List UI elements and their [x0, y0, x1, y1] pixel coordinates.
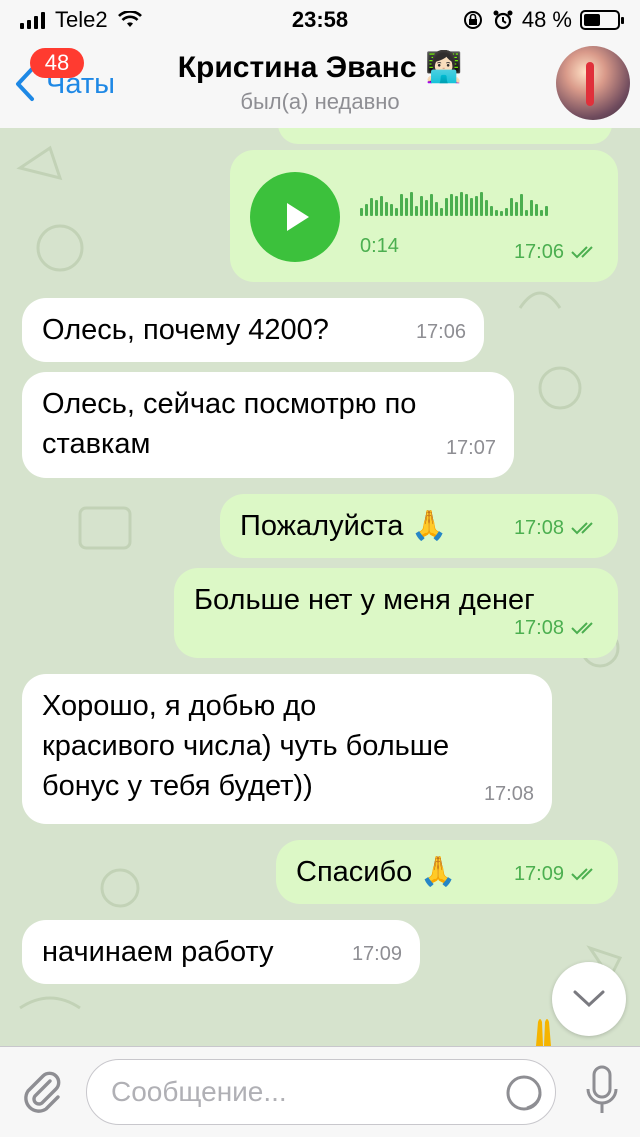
incoming-message[interactable]: Олесь, почему 4200? 17:06 [22, 298, 484, 362]
praying-hands-emoji-peek [536, 1019, 551, 1046]
message-list[interactable]: 0:14 17:06 Олесь, почему 4200? 17:06 Оле… [0, 128, 640, 1046]
double-check-icon [571, 246, 593, 259]
chat-title-area[interactable]: Кристина Эванс 👩🏻‍💻 был(а) недавно [150, 50, 490, 115]
wifi-icon [117, 11, 142, 27]
incoming-message[interactable]: Хорошо, я добью до красивого числа) чуть… [22, 674, 552, 824]
carrier-name: Tele2 [55, 7, 108, 32]
message-input[interactable]: Сообщение... [86, 1059, 556, 1125]
battery-icon [580, 10, 624, 30]
avatar[interactable] [556, 46, 630, 120]
message-time: 17:08 [514, 608, 600, 648]
message-time: 17:06 [415, 321, 466, 343]
incoming-message[interactable]: Олесь, сейчас посмотрю по ставкам 17:07 [22, 372, 514, 478]
paperclip-icon[interactable] [18, 1067, 66, 1115]
outgoing-message[interactable]: Спасибо 🙏 17:09 [276, 840, 618, 904]
outgoing-message[interactable]: Больше нет у меня денег 17:08 [174, 568, 618, 658]
message-time: 17:06 [514, 232, 600, 272]
chat-title: Кристина Эванс [177, 51, 417, 84]
double-check-icon [571, 622, 593, 635]
voice-message[interactable]: 0:14 17:06 [230, 150, 618, 282]
message-placeholder: Сообщение... [111, 1076, 287, 1107]
message-time: 17:08 [514, 508, 600, 548]
message-time: 17:09 [514, 854, 600, 894]
unread-badge: 48 [30, 48, 84, 78]
battery-percent: 48 % [521, 7, 572, 32]
microphone-icon[interactable] [584, 1065, 620, 1117]
double-check-icon [571, 868, 593, 881]
play-button[interactable] [250, 172, 340, 262]
double-check-icon [571, 522, 593, 535]
alarm-icon [493, 10, 513, 30]
chevron-down-icon [573, 990, 605, 1008]
signal-icon [20, 11, 45, 29]
input-bar: Сообщение... [0, 1046, 640, 1137]
message-time: 17:08 [483, 783, 534, 805]
outgoing-message[interactable]: Пожалуйста 🙏 17:08 [220, 494, 618, 558]
play-icon [287, 203, 309, 231]
clock: 23:58 [291, 7, 349, 32]
title-emoji: 👩🏻‍💻 [424, 51, 463, 84]
voice-duration: 0:14 [360, 235, 399, 257]
message-time: 17:09 [351, 943, 402, 965]
previous-message-peek [278, 128, 612, 144]
scroll-to-bottom-button[interactable] [552, 962, 626, 1036]
incoming-message[interactable]: начинаем работу 17:09 [22, 920, 420, 984]
voice-waveform[interactable] [360, 190, 590, 216]
sticker-icon[interactable] [505, 1074, 543, 1112]
last-seen-status: был(а) недавно [240, 89, 400, 114]
status-bar: Tele2 23:58 48 % [0, 0, 640, 40]
rotation-lock-icon [463, 11, 482, 29]
chat-header: Чаты 48 Кристина Эванс 👩🏻‍💻 был(а) недав… [0, 40, 640, 129]
message-time: 17:07 [445, 437, 496, 459]
